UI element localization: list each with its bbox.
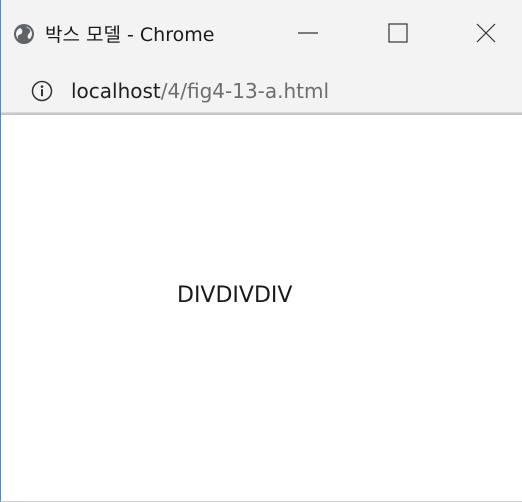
div-block-2: DIV (215, 283, 254, 308)
title-bar[interactable]: 박스 모델 - Chrome (1, 0, 522, 70)
window-title: 박스 모델 - Chrome (45, 24, 215, 46)
maximize-icon (387, 22, 409, 49)
url-text[interactable]: localhost/4/fig4-13-a.html (71, 77, 329, 105)
minimize-button[interactable] (285, 12, 331, 58)
info-icon[interactable] (31, 80, 53, 102)
maximize-button[interactable] (375, 12, 421, 58)
url-path: /4/fig4-13-a.html (160, 79, 330, 103)
browser-window: 박스 모델 - Chrome localhost/4/fig4-13-a.htm… (0, 0, 522, 502)
globe-icon (13, 23, 35, 45)
address-bar[interactable]: localhost/4/fig4-13-a.html (1, 70, 522, 113)
page-viewport: DIV DIV DIV (1, 115, 522, 501)
div-block-3: DIV (253, 283, 293, 308)
close-button[interactable] (463, 12, 509, 58)
div-block-1: DIV (177, 283, 216, 308)
url-host: localhost (71, 79, 161, 103)
minimize-icon (297, 22, 319, 49)
div-row: DIV DIV DIV (177, 281, 292, 311)
close-icon (475, 22, 497, 49)
